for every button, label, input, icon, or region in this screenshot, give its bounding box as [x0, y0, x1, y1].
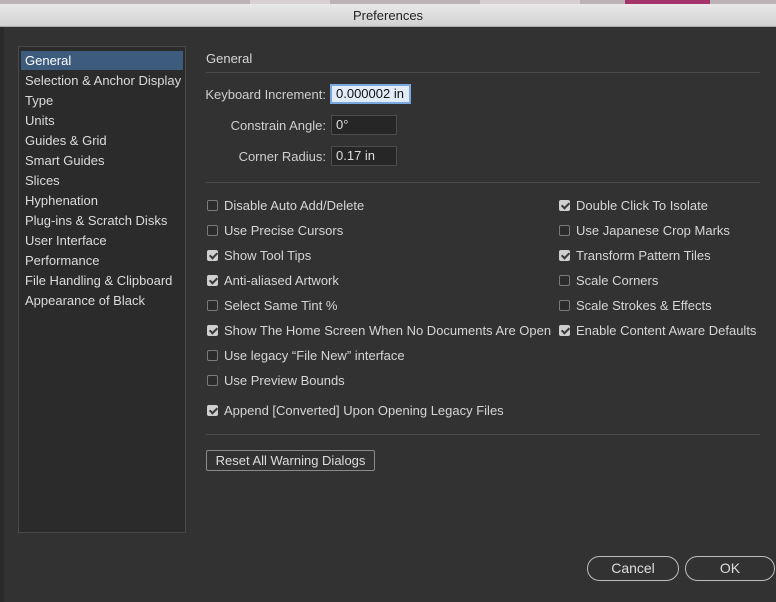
sidebar-item-appearance-of-black[interactable]: Appearance of Black [21, 291, 183, 310]
window-title: Preferences [352, 8, 424, 23]
checkbox-label: Use Preview Bounds [224, 372, 345, 388]
checkbox-box[interactable] [207, 404, 218, 416]
show-home-screen-checkbox[interactable]: Show The Home Screen When No Documents A… [207, 321, 551, 339]
checkbox-box[interactable] [559, 324, 570, 336]
sidebar-item-plugins-scratch-disks[interactable]: Plug-ins & Scratch Disks [21, 211, 183, 230]
checkbox-label: Show Tool Tips [224, 247, 312, 263]
checkbox-label: Transform Pattern Tiles [576, 247, 711, 263]
constrain-angle-input[interactable]: 0° [331, 115, 397, 135]
constrain-angle-label: Constrain Angle: [230, 118, 326, 133]
sidebar-item-slices[interactable]: Slices [21, 171, 183, 190]
reset-warning-dialogs-button[interactable]: Reset All Warning Dialogs [206, 450, 375, 471]
use-legacy-file-new-checkbox[interactable]: Use legacy “File New” interface [207, 346, 405, 364]
ok-button[interactable]: OK [685, 556, 775, 581]
use-japanese-crop-marks-checkbox[interactable]: Use Japanese Crop Marks [559, 221, 730, 239]
checkbox-label: Double Click To Isolate [576, 197, 708, 213]
category-sidebar: General Selection & Anchor Display Type … [18, 46, 186, 533]
checkbox-label: Anti-aliased Artwork [224, 272, 339, 288]
sidebar-item-guides-grid[interactable]: Guides & Grid [21, 131, 183, 150]
sidebar-item-smart-guides[interactable]: Smart Guides [21, 151, 183, 170]
checkbox-label: Use Precise Cursors [224, 222, 344, 238]
anti-aliased-artwork-checkbox[interactable]: Anti-aliased Artwork [207, 271, 339, 289]
sidebar-item-performance[interactable]: Performance [21, 251, 183, 270]
append-converted-checkbox[interactable]: Append [Converted] Upon Opening Legacy F… [207, 401, 504, 419]
corner-radius-input[interactable]: 0.17 in [331, 146, 397, 166]
sidebar-item-selection-anchor-display[interactable]: Selection & Anchor Display [21, 71, 183, 90]
select-same-tint-checkbox[interactable]: Select Same Tint % [207, 296, 337, 314]
checkbox-box[interactable] [559, 299, 570, 311]
title-bar[interactable]: Preferences [0, 4, 776, 27]
transform-pattern-tiles-checkbox[interactable]: Transform Pattern Tiles [559, 246, 711, 264]
checkbox-label: Show The Home Screen When No Documents A… [224, 322, 552, 338]
sidebar-item-user-interface[interactable]: User Interface [21, 231, 183, 250]
checkbox-box[interactable] [559, 249, 570, 261]
checkbox-box[interactable] [207, 199, 218, 211]
options-divider [206, 182, 760, 183]
keyboard-increment-label: Keyboard Increment: [205, 87, 326, 102]
checkbox-label: Scale Corners [576, 272, 659, 288]
checkbox-label: Append [Converted] Upon Opening Legacy F… [224, 402, 504, 418]
checkbox-box[interactable] [207, 299, 218, 311]
checkbox-box[interactable] [207, 274, 218, 286]
checkbox-label: Use Japanese Crop Marks [576, 222, 730, 238]
double-click-to-isolate-checkbox[interactable]: Double Click To Isolate [559, 196, 708, 214]
checkbox-box[interactable] [207, 374, 218, 386]
scale-strokes-effects-checkbox[interactable]: Scale Strokes & Effects [559, 296, 712, 314]
use-precise-cursors-checkbox[interactable]: Use Precise Cursors [207, 221, 343, 239]
checkbox-box[interactable] [559, 274, 570, 286]
checkbox-label: Scale Strokes & Effects [576, 297, 712, 313]
sidebar-item-hyphenation[interactable]: Hyphenation [21, 191, 183, 210]
checkbox-box[interactable] [207, 224, 218, 236]
checkbox-label: Select Same Tint % [224, 297, 338, 313]
checkbox-box[interactable] [559, 224, 570, 236]
sidebar-item-type[interactable]: Type [21, 91, 183, 110]
sidebar-item-general[interactable]: General [21, 51, 183, 70]
enable-content-aware-defaults-checkbox[interactable]: Enable Content Aware Defaults [559, 321, 756, 339]
use-preview-bounds-checkbox[interactable]: Use Preview Bounds [207, 371, 345, 389]
checkbox-box[interactable] [559, 199, 570, 211]
disable-auto-add-delete-checkbox[interactable]: Disable Auto Add/Delete [207, 196, 364, 214]
checkbox-box[interactable] [207, 324, 218, 336]
sidebar-item-file-handling-clipboard[interactable]: File Handling & Clipboard [21, 271, 183, 290]
checkbox-label: Enable Content Aware Defaults [576, 322, 757, 338]
sidebar-item-units[interactable]: Units [21, 111, 183, 130]
window-edge [0, 27, 4, 602]
checkbox-box[interactable] [207, 249, 218, 261]
checkbox-label: Use legacy “File New” interface [224, 347, 405, 363]
section-divider [206, 72, 760, 73]
cancel-button[interactable]: Cancel [587, 556, 679, 581]
section-title: General [206, 51, 253, 66]
scale-corners-checkbox[interactable]: Scale Corners [559, 271, 658, 289]
checkbox-label: Disable Auto Add/Delete [224, 197, 365, 213]
keyboard-increment-input[interactable]: 0.000002 in [330, 84, 411, 104]
reset-divider [206, 434, 760, 435]
corner-radius-label: Corner Radius: [238, 149, 326, 164]
checkbox-box[interactable] [207, 349, 218, 361]
show-tool-tips-checkbox[interactable]: Show Tool Tips [207, 246, 311, 264]
